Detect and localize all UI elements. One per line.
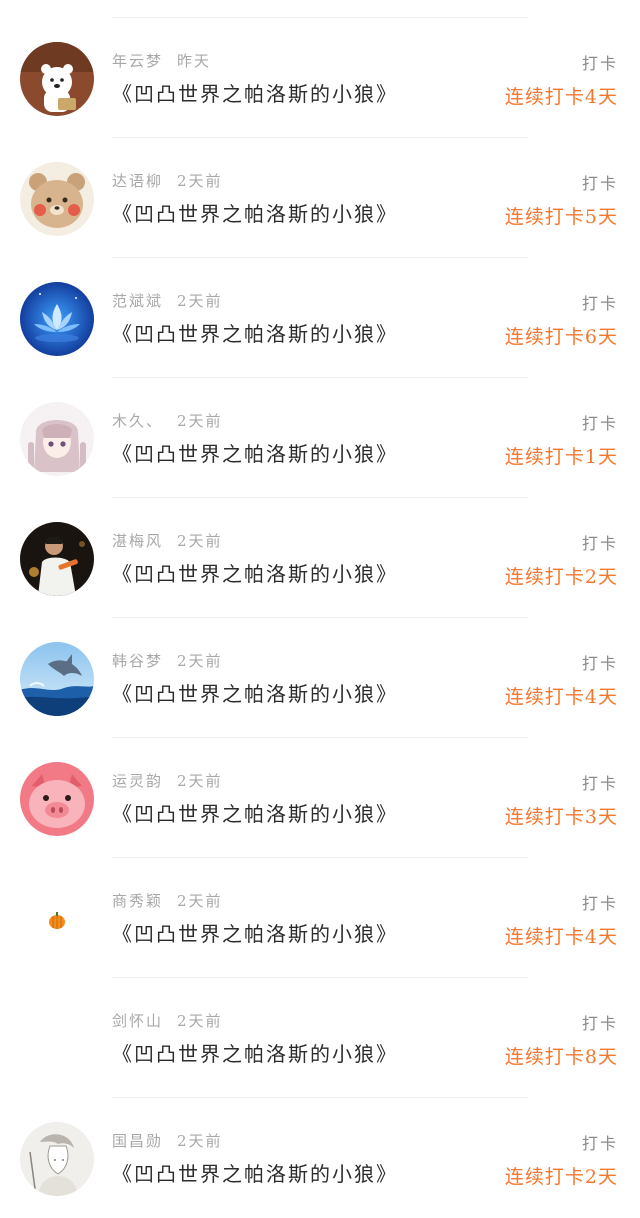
avatar[interactable] bbox=[20, 642, 94, 716]
streak-text: 连续打卡8天 bbox=[504, 1046, 618, 1068]
meta: 运灵韵 2天前 bbox=[112, 770, 223, 791]
timestamp: 2天前 bbox=[177, 532, 223, 550]
list-item[interactable]: 范斌斌 2天前 《凹凸世界之帕洛斯的小狼》 打卡 连续打卡6天 bbox=[0, 258, 640, 378]
lotus-avatar bbox=[20, 282, 94, 356]
anime-girl-avatar bbox=[20, 402, 94, 476]
list-item[interactable]: 韩谷梦 2天前 《凹凸世界之帕洛斯的小狼》 打卡 连续打卡4天 bbox=[0, 618, 640, 738]
timestamp: 2天前 bbox=[177, 892, 223, 910]
avatar[interactable] bbox=[20, 882, 94, 956]
meta: 木久、 2天前 bbox=[112, 410, 223, 431]
list-item[interactable]: 国昌勋 2天前 《凹凸世界之帕洛斯的小狼》 打卡 连续打卡2天 bbox=[0, 1098, 640, 1218]
username[interactable]: 范斌斌 bbox=[112, 292, 163, 310]
checkin-label: 打卡 bbox=[581, 894, 618, 913]
username[interactable]: 韩谷梦 bbox=[112, 652, 163, 670]
meta: 国昌勋 2天前 bbox=[112, 1130, 223, 1151]
username[interactable]: 年云梦 bbox=[112, 52, 163, 70]
avatar[interactable] bbox=[20, 282, 94, 356]
streak-text: 连续打卡2天 bbox=[504, 566, 618, 588]
avatar[interactable] bbox=[20, 42, 94, 116]
meta: 剑怀山 2天前 bbox=[112, 1010, 223, 1031]
meta: 湛梅风 2天前 bbox=[112, 530, 223, 551]
person-photo-avatar bbox=[20, 522, 94, 596]
username[interactable]: 运灵韵 bbox=[112, 772, 163, 790]
meta: 商秀颖 2天前 bbox=[112, 890, 223, 911]
timestamp: 2天前 bbox=[177, 172, 223, 190]
book-title[interactable]: 《凹凸世界之帕洛斯的小狼》 bbox=[112, 318, 398, 347]
username[interactable]: 国昌勋 bbox=[112, 1132, 163, 1150]
book-title[interactable]: 《凹凸世界之帕洛斯的小狼》 bbox=[112, 438, 398, 467]
checkin-label: 打卡 bbox=[581, 534, 618, 553]
streak-text: 连续打卡1天 bbox=[504, 446, 618, 468]
streak-text: 连续打卡4天 bbox=[504, 86, 618, 108]
timestamp: 昨天 bbox=[177, 52, 212, 70]
blank-avatar bbox=[20, 1002, 94, 1076]
checkin-list: 年云梦 昨天 《凹凸世界之帕洛斯的小狼》 打卡 连续打卡4天 达语柳 2天前 《… bbox=[0, 18, 640, 1218]
timestamp: 2天前 bbox=[177, 1012, 223, 1030]
meta: 年云梦 昨天 bbox=[112, 50, 211, 71]
timestamp: 2天前 bbox=[177, 772, 223, 790]
pumpkin-avatar bbox=[20, 882, 94, 956]
list-item[interactable]: 达语柳 2天前 《凹凸世界之帕洛斯的小狼》 打卡 连续打卡5天 bbox=[0, 138, 640, 258]
checkin-label: 打卡 bbox=[581, 294, 618, 313]
avatar[interactable] bbox=[20, 402, 94, 476]
book-title[interactable]: 《凹凸世界之帕洛斯的小狼》 bbox=[112, 78, 398, 107]
meta: 范斌斌 2天前 bbox=[112, 290, 223, 311]
book-title[interactable]: 《凹凸世界之帕洛斯的小狼》 bbox=[112, 558, 398, 587]
dolphin-avatar bbox=[20, 642, 94, 716]
list-item[interactable]: 木久、 2天前 《凹凸世界之帕洛斯的小狼》 打卡 连续打卡1天 bbox=[0, 378, 640, 498]
checkin-label: 打卡 bbox=[581, 414, 618, 433]
book-title[interactable]: 《凹凸世界之帕洛斯的小狼》 bbox=[112, 798, 398, 827]
avatar[interactable] bbox=[20, 162, 94, 236]
checkin-label: 打卡 bbox=[581, 174, 618, 193]
checkin-label: 打卡 bbox=[581, 654, 618, 673]
streak-text: 连续打卡5天 bbox=[504, 206, 618, 228]
username[interactable]: 商秀颖 bbox=[112, 892, 163, 910]
meta: 达语柳 2天前 bbox=[112, 170, 223, 191]
book-title[interactable]: 《凹凸世界之帕洛斯的小狼》 bbox=[112, 198, 398, 227]
sketch-avatar bbox=[20, 1122, 94, 1196]
streak-text: 连续打卡4天 bbox=[504, 926, 618, 948]
streak-text: 连续打卡3天 bbox=[504, 806, 618, 828]
list-item[interactable]: 年云梦 昨天 《凹凸世界之帕洛斯的小狼》 打卡 连续打卡4天 bbox=[0, 18, 640, 138]
list-item[interactable]: 剑怀山 2天前 《凹凸世界之帕洛斯的小狼》 打卡 连续打卡8天 bbox=[0, 978, 640, 1098]
username[interactable]: 木久、 bbox=[112, 412, 163, 430]
book-title[interactable]: 《凹凸世界之帕洛斯的小狼》 bbox=[112, 918, 398, 947]
bear-avatar bbox=[20, 162, 94, 236]
timestamp: 2天前 bbox=[177, 412, 223, 430]
book-title[interactable]: 《凹凸世界之帕洛斯的小狼》 bbox=[112, 678, 398, 707]
book-title[interactable]: 《凹凸世界之帕洛斯的小狼》 bbox=[112, 1038, 398, 1067]
checkin-label: 打卡 bbox=[581, 1014, 618, 1033]
list-item[interactable]: 运灵韵 2天前 《凹凸世界之帕洛斯的小狼》 打卡 连续打卡3天 bbox=[0, 738, 640, 858]
checkin-label: 打卡 bbox=[581, 1134, 618, 1153]
avatar[interactable] bbox=[20, 1122, 94, 1196]
book-title[interactable]: 《凹凸世界之帕洛斯的小狼》 bbox=[112, 1158, 398, 1187]
timestamp: 2天前 bbox=[177, 652, 223, 670]
pig-avatar bbox=[20, 762, 94, 836]
checkin-label: 打卡 bbox=[581, 774, 618, 793]
avatar[interactable] bbox=[20, 522, 94, 596]
list-item[interactable]: 商秀颖 2天前 《凹凸世界之帕洛斯的小狼》 打卡 连续打卡4天 bbox=[0, 858, 640, 978]
streak-text: 连续打卡4天 bbox=[504, 686, 618, 708]
list-item[interactable]: 湛梅风 2天前 《凹凸世界之帕洛斯的小狼》 打卡 连续打卡2天 bbox=[0, 498, 640, 618]
username[interactable]: 剑怀山 bbox=[112, 1012, 163, 1030]
streak-text: 连续打卡2天 bbox=[504, 1166, 618, 1188]
timestamp: 2天前 bbox=[177, 1132, 223, 1150]
meta: 韩谷梦 2天前 bbox=[112, 650, 223, 671]
username[interactable]: 达语柳 bbox=[112, 172, 163, 190]
polar-bear-avatar bbox=[20, 42, 94, 116]
avatar[interactable] bbox=[20, 1002, 94, 1076]
avatar[interactable] bbox=[20, 762, 94, 836]
timestamp: 2天前 bbox=[177, 292, 223, 310]
streak-text: 连续打卡6天 bbox=[504, 326, 618, 348]
checkin-label: 打卡 bbox=[581, 54, 618, 73]
username[interactable]: 湛梅风 bbox=[112, 532, 163, 550]
